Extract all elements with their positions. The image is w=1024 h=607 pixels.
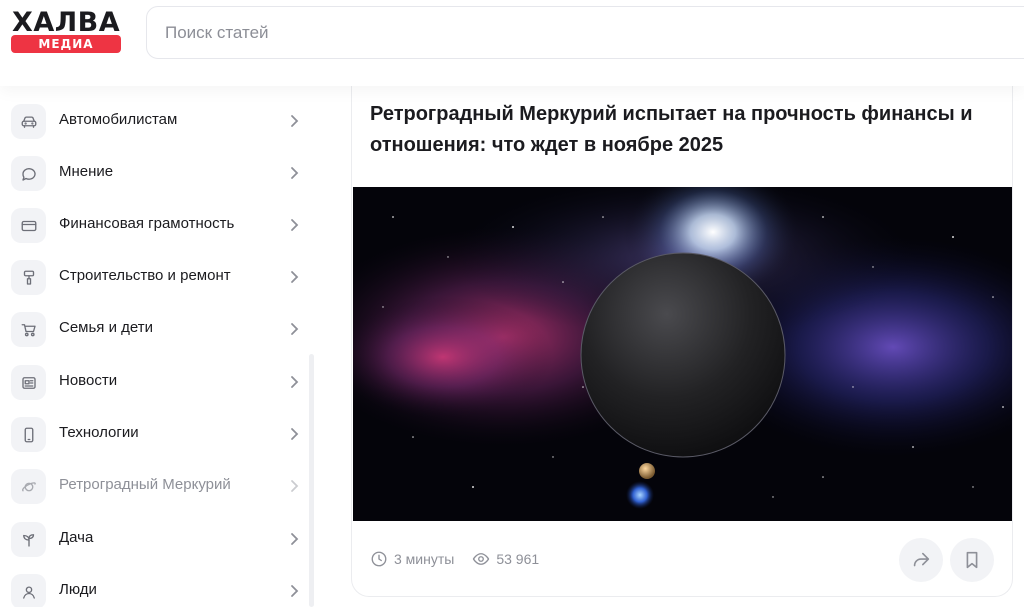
chevron-right-icon — [291, 271, 299, 283]
article-card[interactable]: Ретроградный Меркурий испытает на прочно… — [351, 83, 1013, 597]
category-sidebar: Автомобилистам Мнение Финансовая грамотн… — [0, 96, 320, 607]
person-icon — [11, 574, 46, 607]
chevron-right-icon — [291, 585, 299, 597]
sidebar-item-dacha[interactable]: Дача — [10, 520, 308, 560]
sidebar-item-label: Финансовая грамотность — [59, 215, 235, 232]
search-input[interactable] — [165, 7, 965, 58]
chevron-right-icon — [291, 533, 299, 545]
sidebar-item-tekhnologii[interactable]: Технологии — [10, 415, 308, 455]
sidebar-item-novosti[interactable]: Новости — [10, 363, 308, 403]
eye-icon — [473, 553, 490, 565]
sidebar-item-label: Мнение — [59, 163, 114, 180]
read-time-value: 3 минуты — [394, 551, 455, 567]
sidebar-item-retrogradnyy-merkuriy[interactable]: Ретроградный Меркурий — [10, 467, 308, 507]
clock-icon — [371, 551, 387, 567]
sidebar-item-stroitelstvo-i-remont[interactable]: Строительство и ремонт — [10, 258, 308, 298]
logo-badge: МЕДИА — [11, 35, 121, 53]
credit-card-icon — [11, 208, 46, 243]
chevron-right-icon — [291, 167, 299, 179]
site-header: ХАЛВА МЕДИА — [0, 0, 1024, 86]
paint-roller-icon — [11, 260, 46, 295]
share-arrow-icon — [913, 552, 930, 567]
sidebar-item-finansovaya-gramotnost[interactable]: Финансовая грамотность — [10, 206, 308, 246]
logo-wordmark: ХАЛВА — [12, 7, 121, 38]
sidebar-item-label: Люди — [59, 581, 97, 598]
planet-icon — [11, 469, 46, 504]
chevron-right-icon — [291, 115, 299, 127]
chevron-right-icon — [291, 428, 299, 440]
article-title[interactable]: Ретроградный Меркурий испытает на прочно… — [370, 99, 1000, 161]
sidebar-item-mnenie[interactable]: Мнение — [10, 154, 308, 194]
chat-bubble-icon — [11, 156, 46, 191]
share-button[interactable] — [899, 538, 943, 582]
smartphone-icon — [11, 417, 46, 452]
article-meta: 3 минуты 53 961 — [370, 547, 557, 571]
logo[interactable]: ХАЛВА МЕДИА — [10, 7, 122, 56]
bookmark-icon — [966, 551, 978, 569]
bookmark-button[interactable] — [950, 538, 994, 582]
search-box[interactable] — [146, 6, 1024, 59]
read-time: 3 минуты — [370, 550, 454, 568]
chevron-right-icon — [291, 219, 299, 231]
article-hero-image[interactable] — [353, 187, 1013, 521]
sidebar-item-label: Дача — [59, 529, 94, 546]
views-value: 53 961 — [496, 551, 540, 567]
stroller-icon — [11, 312, 46, 347]
chevron-right-icon — [291, 480, 299, 492]
chevron-right-icon — [291, 323, 299, 335]
sidebar-scrollbar[interactable] — [309, 354, 314, 607]
sidebar-item-lyudi[interactable]: Люди — [10, 572, 308, 607]
sidebar-item-avtomobilistam[interactable]: Автомобилистам — [10, 102, 308, 142]
sidebar-item-label: Строительство и ремонт — [59, 267, 231, 284]
sidebar-item-label: Автомобилистам — [59, 111, 178, 128]
newspaper-icon — [11, 365, 46, 400]
chevron-right-icon — [291, 376, 299, 388]
sidebar-item-label: Технологии — [59, 424, 139, 441]
sidebar-item-label: Новости — [59, 372, 118, 389]
car-icon — [11, 104, 46, 139]
sprout-icon — [11, 522, 46, 557]
views-count: 53 961 — [472, 550, 539, 568]
sidebar-item-label: Ретроградный Меркурий — [59, 476, 231, 493]
sidebar-item-label: Семья и дети — [59, 319, 153, 336]
sidebar-item-semya-i-deti[interactable]: Семья и дети — [10, 310, 308, 350]
